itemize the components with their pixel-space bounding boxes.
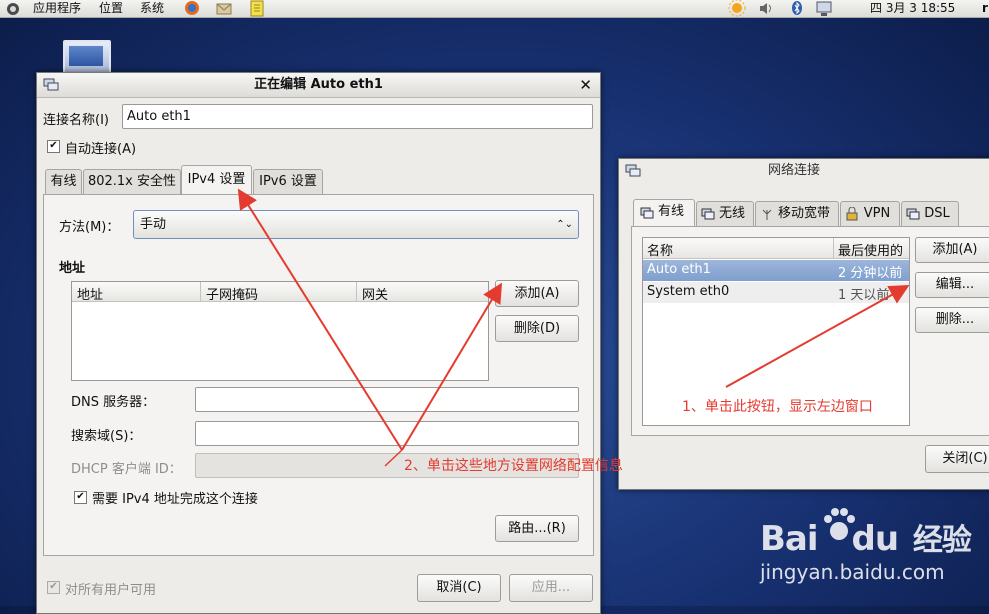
watermark-brand: Bai [760, 519, 819, 559]
annotation-step2: 2、单击这些地方设置网络配置信息 [404, 458, 623, 474]
arrow-to-add-button [401, 282, 503, 451]
arrow-to-edit-button [725, 285, 910, 388]
paw-icon [822, 507, 856, 552]
annotation-step1: 1、单击此按钮，显示左边窗口 [682, 399, 873, 415]
watermark-brand2: du [851, 519, 900, 559]
arrow-to-ipv4-tab [237, 188, 403, 451]
baidu-logo: Bai du 经验 [760, 508, 972, 559]
watermark-cn: 经验 [912, 523, 972, 558]
watermark-url: jingyan.baidu.com [760, 560, 945, 584]
arrow-tail [384, 449, 403, 467]
